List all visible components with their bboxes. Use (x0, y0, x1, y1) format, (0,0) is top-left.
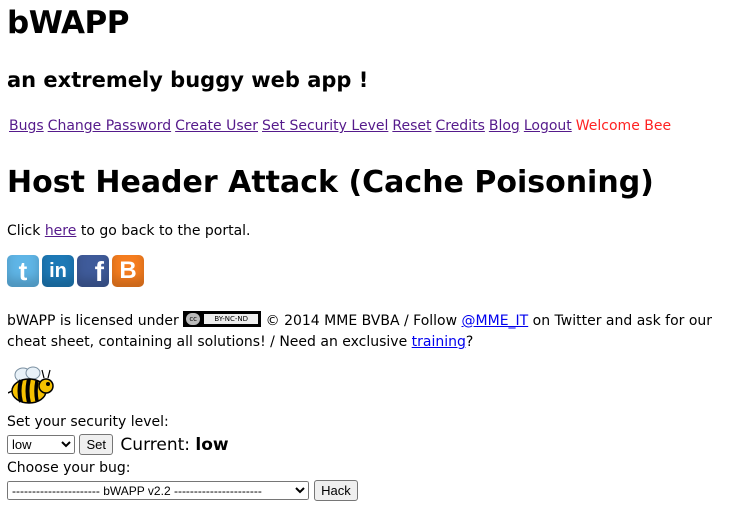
blogger-icon[interactable]: B (112, 255, 144, 287)
current-level-value: low (195, 434, 229, 455)
nav-bugs[interactable]: Bugs (9, 118, 44, 134)
nav-credits[interactable]: Credits (435, 118, 484, 134)
current-level: Current: low (120, 434, 229, 455)
app-title: bWAPP (7, 5, 129, 41)
social-links: t in f B (7, 255, 147, 289)
nav-set-security-level[interactable]: Set Security Level (262, 118, 388, 134)
license-prefix: bWAPP is licensed under (7, 313, 179, 329)
choose-bug-label: Choose your bug: (7, 460, 131, 476)
back-to-portal-line: Click here to go back to the portal. (7, 222, 251, 240)
welcome-text: Welcome Bee (575, 118, 672, 134)
back-suffix: to go back to the portal. (80, 223, 251, 239)
bee-logo-icon (8, 366, 54, 404)
hack-button[interactable]: Hack (314, 480, 358, 501)
bug-select[interactable]: ---------------------- bWAPP v2.2 ------… (7, 481, 309, 500)
linkedin-icon[interactable]: in (42, 255, 74, 287)
nav-logout[interactable]: Logout (524, 118, 572, 134)
set-button[interactable]: Set (79, 434, 113, 455)
back-prefix: Click (7, 223, 41, 239)
nav-blog[interactable]: Blog (489, 118, 520, 134)
main-nav: Bugs Change Password Create User Set Securi… (9, 117, 671, 135)
nav-reset[interactable]: Reset (392, 118, 431, 134)
app-subtitle: an extremely buggy web app ! (7, 68, 369, 92)
security-level-label: Set your security level: (7, 414, 169, 430)
security-level-row: low Set Current: low (7, 434, 229, 456)
twitter-handle-link[interactable]: @MME_IT (462, 313, 529, 329)
license-end: ? (465, 334, 474, 350)
copyright-text: © 2014 MME BVBA / Follow (265, 313, 458, 329)
facebook-icon[interactable]: f (77, 255, 109, 287)
back-to-portal-link[interactable]: here (45, 223, 77, 239)
twitter-icon[interactable]: t (7, 255, 39, 287)
choose-bug-row: ---------------------- bWAPP v2.2 ------… (7, 480, 358, 502)
nav-create-user[interactable]: Create User (175, 118, 258, 134)
training-link[interactable]: training (412, 334, 466, 350)
cc-license-badge[interactable]: cc BY-NC-ND (183, 311, 262, 327)
license-text: bWAPP is licensed under cc BY-NC-ND © 201… (7, 311, 735, 353)
security-level-select[interactable]: low (7, 435, 75, 454)
page-title: Host Header Attack (Cache Poisoning) (7, 165, 654, 200)
nav-change-password[interactable]: Change Password (48, 118, 171, 134)
